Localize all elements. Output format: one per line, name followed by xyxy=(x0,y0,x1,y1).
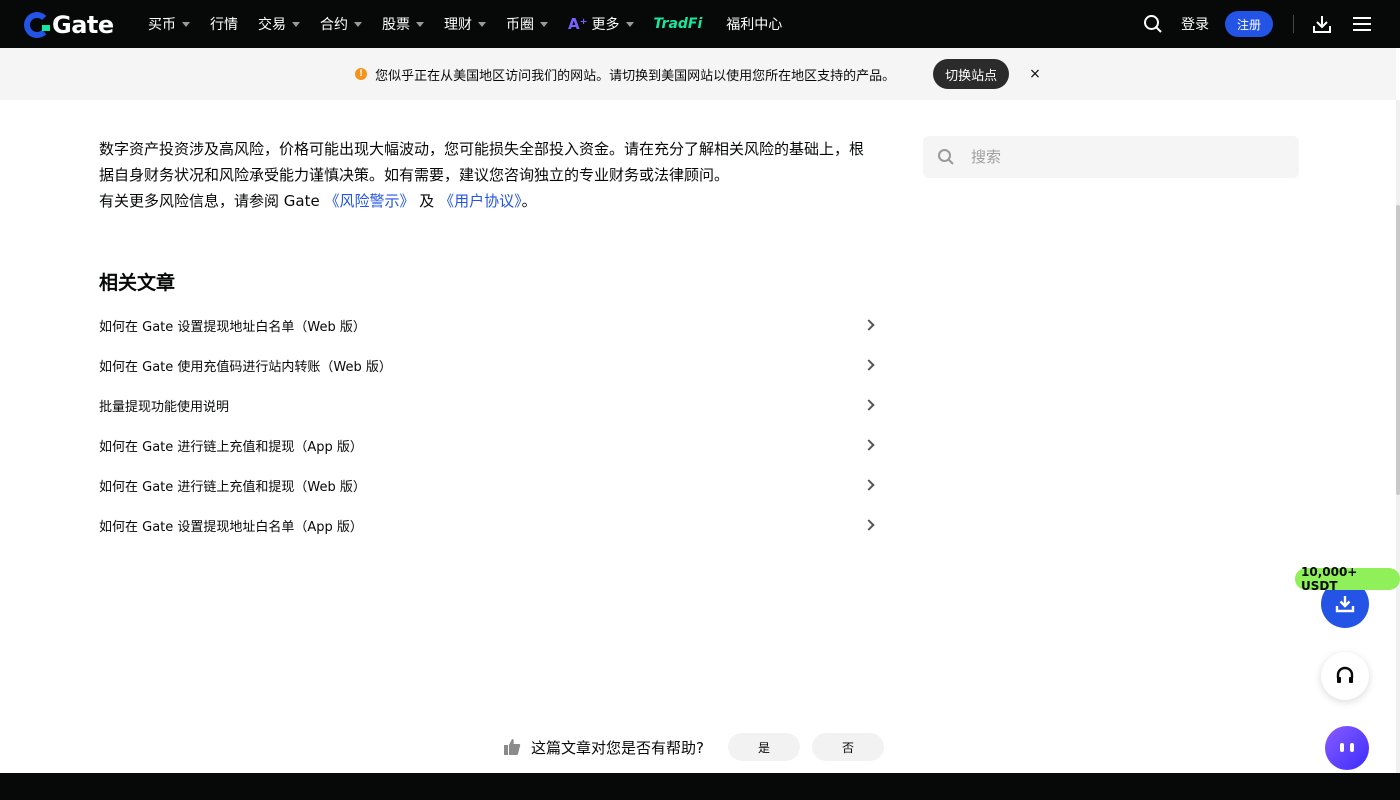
nav-label: 理财 xyxy=(444,17,472,33)
nav-markets[interactable]: 行情 xyxy=(210,14,238,34)
chevron-right-icon xyxy=(863,479,875,491)
nav-welfare-center[interactable]: 福利中心 xyxy=(726,14,782,34)
nav-label: 买币 xyxy=(148,17,176,33)
top-navbar: Gate 买币 行情 交易 合约 股票 理财 币圈 A⁺ 更多 TradFi 福利… xyxy=(0,0,1400,48)
nav-buy-crypto[interactable]: 买币 xyxy=(148,14,190,34)
related-article-item[interactable]: 批量提现功能使用说明 xyxy=(99,385,877,425)
related-articles-list: 如何在 Gate 设置提现地址白名单（Web 版） 如何在 Gate 使用充值码… xyxy=(99,305,877,545)
chevron-right-icon xyxy=(863,319,875,331)
region-banner-text: 您似乎正在从美国地区访问我们的网站。请切换到美国网站以使用您所在地区支持的产品。 xyxy=(375,68,896,84)
nav-tradfi[interactable]: TradFi xyxy=(654,16,703,32)
caret-down-icon xyxy=(354,21,362,27)
signup-button[interactable]: 注册 xyxy=(1224,11,1273,37)
nav-community[interactable]: 币圈 xyxy=(506,14,548,34)
and-text: 及 xyxy=(419,192,435,210)
nav-stocks[interactable]: 股票 xyxy=(382,14,424,34)
nav-futures[interactable]: 合约 xyxy=(320,14,362,34)
footer-bar xyxy=(0,773,1400,800)
risk-disclaimer: 数字资产投资涉及高风险，价格可能出现大幅波动，您可能损失全部投入资金。请在充分了… xyxy=(99,136,869,214)
bot-face-icon xyxy=(1340,743,1354,752)
ai-assistant-fab[interactable] xyxy=(1325,726,1369,770)
nav-more[interactable]: A⁺ 更多 xyxy=(568,14,634,34)
period-text: 。 xyxy=(521,192,537,210)
caret-down-icon xyxy=(416,21,424,27)
disclaimer-links: 有关更多风险信息，请参阅 Gate 《风险警示》 及 《用户协议》。 xyxy=(99,188,869,214)
feedback-question: 这篇文章对您是否有帮助? xyxy=(531,738,704,757)
caret-down-icon xyxy=(540,21,548,27)
caret-down-icon xyxy=(182,21,190,27)
promo-badge[interactable]: 10,000+ USDT xyxy=(1295,565,1400,593)
scrollbar-thumb[interactable] xyxy=(1396,205,1400,495)
download-icon xyxy=(1335,596,1355,613)
user-agreement-link[interactable]: 《用户协议》 xyxy=(439,192,522,210)
related-article-item[interactable]: 如何在 Gate 设置提现地址白名单（Web 版） xyxy=(99,305,877,345)
help-search-box[interactable] xyxy=(923,136,1299,178)
switch-site-button[interactable]: 切换站点 xyxy=(933,59,1010,89)
related-article-item[interactable]: 如何在 Gate 设置提现地址白名单（App 版） xyxy=(99,505,877,545)
article-title: 如何在 Gate 设置提现地址白名单（App 版） xyxy=(99,519,363,535)
caret-down-icon xyxy=(478,21,486,27)
customer-support-fab[interactable] xyxy=(1321,652,1369,700)
caret-down-icon xyxy=(625,21,634,27)
nav-label: 合约 xyxy=(320,17,348,33)
chevron-right-icon xyxy=(863,399,875,411)
nav-label: 币圈 xyxy=(506,17,534,33)
gate-logo-icon xyxy=(24,12,50,38)
related-articles-title: 相关文章 xyxy=(99,272,176,294)
nav-label: 交易 xyxy=(258,17,286,33)
related-article-item[interactable]: 如何在 Gate 使用充值码进行站内转账（Web 版） xyxy=(99,345,877,385)
headset-icon xyxy=(1336,666,1354,683)
article-title: 如何在 Gate 使用充值码进行站内转账（Web 版） xyxy=(99,359,392,375)
nav-label: 更多 xyxy=(591,17,620,33)
nav-earn[interactable]: 理财 xyxy=(444,14,486,34)
main-nav: 买币 行情 交易 合约 股票 理财 币圈 A⁺ 更多 TradFi 福利中心 xyxy=(148,0,802,48)
download-icon[interactable] xyxy=(1310,12,1334,36)
nav-trade[interactable]: 交易 xyxy=(258,14,300,34)
search-input[interactable] xyxy=(971,148,1271,166)
region-banner: ! 您似乎正在从美国地区访问我们的网站。请切换到美国网站以使用您所在地区支持的产… xyxy=(0,48,1396,100)
chevron-right-icon xyxy=(863,439,875,451)
feedback-no-button[interactable]: 否 xyxy=(811,733,884,761)
close-icon[interactable]: × xyxy=(1029,66,1041,82)
thumbs-up-icon xyxy=(504,739,521,755)
login-link[interactable]: 登录 xyxy=(1181,14,1209,34)
search-icon[interactable] xyxy=(1141,12,1165,36)
disclaimer-text: 数字资产投资涉及高风险，价格可能出现大幅波动，您可能损失全部投入资金。请在充分了… xyxy=(99,140,865,184)
article-title: 如何在 Gate 设置提现地址白名单（Web 版） xyxy=(99,319,366,335)
risk-warning-link[interactable]: 《风险警示》 xyxy=(324,192,414,210)
related-article-item[interactable]: 如何在 Gate 进行链上充值和提现（Web 版） xyxy=(99,465,877,505)
article-title: 批量提现功能使用说明 xyxy=(99,399,230,415)
ai-icon: A⁺ xyxy=(568,15,588,33)
nav-label: 股票 xyxy=(382,17,410,33)
nav-label: 行情 xyxy=(210,17,238,33)
related-article-item[interactable]: 如何在 Gate 进行链上充值和提现（App 版） xyxy=(99,425,877,465)
caret-down-icon xyxy=(292,21,300,27)
nav-divider xyxy=(1293,15,1294,33)
warning-icon: ! xyxy=(355,68,368,80)
chevron-right-icon xyxy=(863,359,875,371)
article-title: 如何在 Gate 进行链上充值和提现（Web 版） xyxy=(99,479,366,495)
logo-text: Gate xyxy=(52,11,114,39)
article-feedback: 这篇文章对您是否有帮助? 是 否 xyxy=(503,732,884,762)
disclaimer-prefix: 有关更多风险信息，请参阅 Gate xyxy=(99,192,325,210)
menu-icon[interactable] xyxy=(1350,12,1374,36)
feedback-yes-button[interactable]: 是 xyxy=(727,733,800,761)
article-title: 如何在 Gate 进行链上充值和提现（App 版） xyxy=(99,439,363,455)
gate-logo[interactable]: Gate xyxy=(24,11,114,39)
nav-actions: 登录 注册 xyxy=(1141,0,1400,48)
chevron-right-icon xyxy=(863,519,875,531)
search-icon xyxy=(938,149,954,165)
